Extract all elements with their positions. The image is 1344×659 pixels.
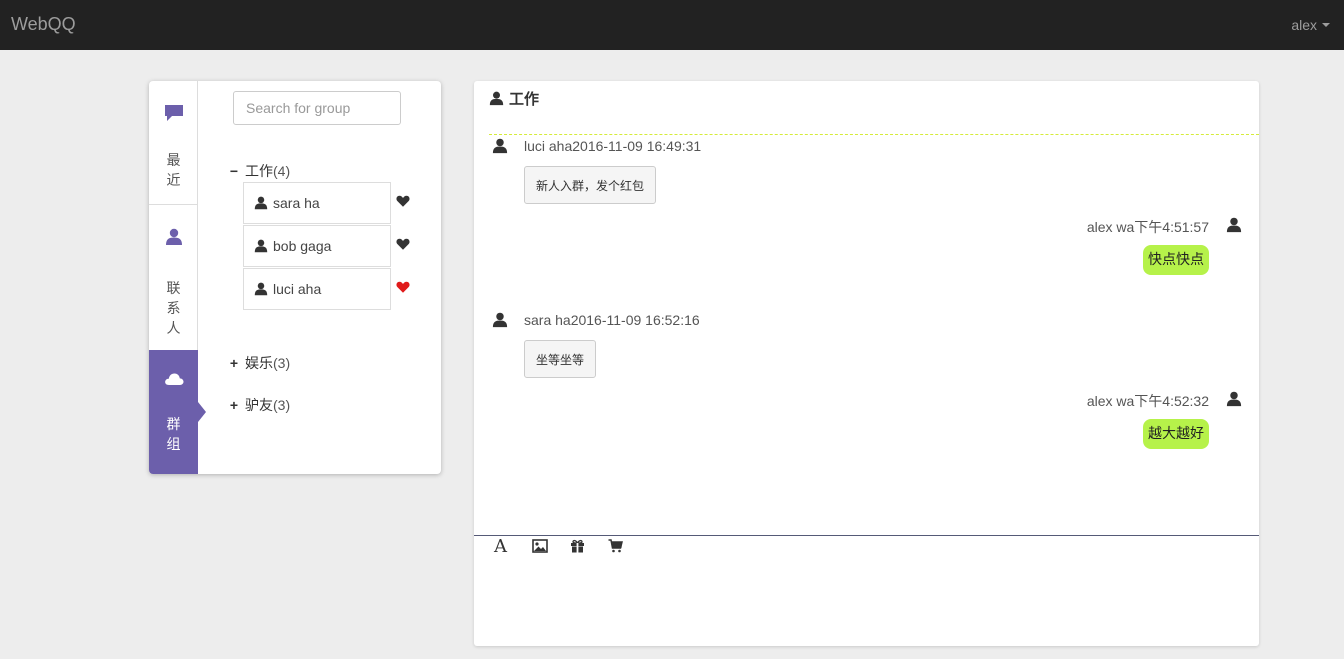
group-search-input[interactable] [233, 91, 401, 125]
composer-toolbar: A [494, 535, 646, 557]
tab-groups-label: 群组 [166, 416, 181, 452]
heart-icon[interactable] [396, 237, 410, 251]
group-name: 娱乐 [245, 355, 273, 371]
tab-contacts[interactable]: 联系人 [149, 205, 198, 350]
comment-icon [164, 105, 183, 121]
group-count: (3) [273, 397, 291, 413]
plus-icon: + [229, 397, 239, 413]
sidebar-tabs: 最近 联系人 群组 [149, 81, 206, 474]
group-name: 工作 [245, 163, 273, 179]
user-menu[interactable]: alex [1291, 17, 1330, 33]
user-icon [1226, 217, 1242, 233]
message-meta: luci aha2016-11-09 16:49:31 [524, 138, 702, 154]
composer-divider [474, 535, 1259, 536]
member-name: sara ha [273, 195, 320, 211]
user-icon [165, 228, 182, 245]
plus-icon: + [229, 355, 239, 371]
message-bubble: 越大越好 [1143, 419, 1209, 449]
group-name: 驴友 [245, 397, 273, 413]
user-icon [492, 138, 508, 154]
top-navbar: WebQQ alex [0, 0, 1344, 50]
user-icon [489, 91, 504, 106]
chat-divider [489, 134, 1259, 135]
gift-button[interactable] [570, 537, 608, 555]
image-button[interactable] [532, 537, 570, 555]
user-icon [1226, 391, 1242, 407]
user-icon [492, 312, 508, 328]
member-name: bob gaga [273, 238, 332, 254]
group-count: (4) [273, 163, 291, 179]
group-count: (3) [273, 355, 291, 371]
cart-button[interactable] [608, 537, 646, 555]
gift-icon [571, 539, 584, 553]
chat-title: 工作 [489, 88, 539, 109]
user-icon [254, 282, 268, 296]
message-bubble: 坐等坐等 [524, 340, 597, 378]
heart-icon[interactable] [396, 194, 410, 208]
message-bubble: 快点快点 [1143, 245, 1209, 275]
favorite-heart-icon[interactable] [396, 280, 410, 294]
group-header-entertainment[interactable]: + 娱乐 (3) [228, 353, 290, 373]
user-name: alex [1291, 17, 1317, 33]
picture-icon [532, 539, 548, 553]
chat-title-text: 工作 [509, 91, 540, 108]
message-meta: alex wa下午4:51:57 [1086, 219, 1209, 235]
message-bubble: 新人入群，发个红包 [524, 166, 657, 204]
font-icon: A [494, 535, 507, 557]
message-meta: alex wa下午4:52:32 [1086, 393, 1209, 409]
group-member[interactable]: bob gaga [243, 225, 391, 267]
caret-down-icon [1322, 23, 1330, 27]
member-name: luci aha [273, 281, 322, 297]
shopping-cart-icon [608, 539, 623, 553]
contacts-panel: 最近 联系人 群组 − 工作 (4) sara ha bob gaga [149, 81, 441, 474]
user-icon [254, 196, 268, 210]
tab-recent[interactable]: 最近 [149, 81, 198, 205]
minus-icon: − [229, 163, 239, 179]
chat-panel: 工作 luci aha2016-11-09 16:49:31 新人入群，发个红包… [474, 81, 1259, 646]
user-icon [254, 239, 268, 253]
group-member[interactable]: luci aha [243, 268, 391, 310]
app-brand[interactable]: WebQQ [11, 14, 76, 35]
tab-contacts-label: 联系人 [166, 280, 181, 336]
message-meta: sara ha2016-11-09 16:52:16 [524, 312, 700, 328]
font-button[interactable]: A [494, 535, 532, 557]
tab-groups[interactable]: 群组 [149, 350, 206, 474]
group-member[interactable]: sara ha [243, 182, 391, 224]
tab-recent-label: 最近 [166, 152, 181, 188]
cloud-icon [164, 373, 183, 385]
group-header-work[interactable]: − 工作 (4) [228, 161, 290, 181]
group-header-travel[interactable]: + 驴友 (3) [228, 395, 290, 415]
